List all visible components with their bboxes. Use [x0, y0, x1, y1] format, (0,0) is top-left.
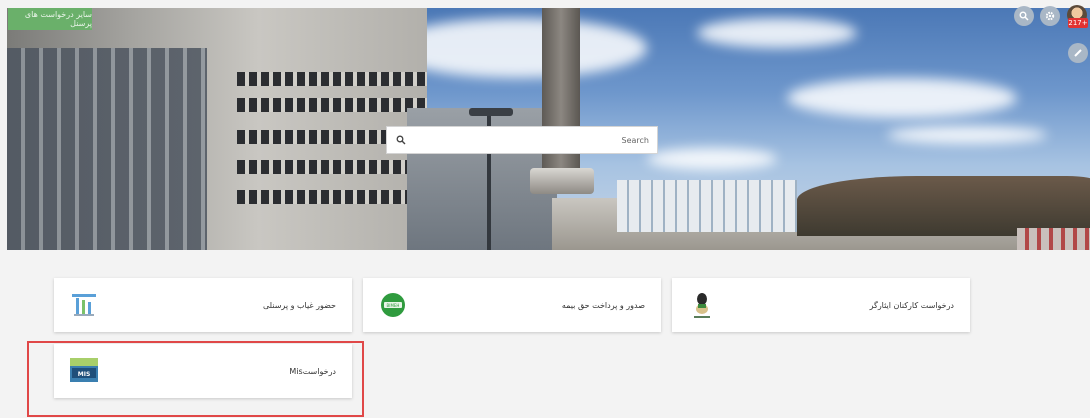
other-requests-tag[interactable]: سایر درخواست های پرسنل: [8, 8, 92, 30]
notification-badge[interactable]: 217+: [1068, 18, 1088, 28]
card-label: درخواست کارکنان ایثارگر: [869, 300, 954, 310]
magnifier-icon: [1019, 11, 1029, 21]
search-icon[interactable]: [396, 135, 406, 145]
gear-icon: [1045, 11, 1055, 21]
card-attendance[interactable]: حضور غیاب و پرسنلی: [54, 278, 352, 332]
page: سایر درخواست های پرسنل 217+: [0, 0, 1090, 418]
search-button[interactable]: [1014, 6, 1034, 26]
insurance-icon: BIMEH: [381, 293, 405, 317]
search-input[interactable]: [413, 127, 649, 153]
attendance-icon: [72, 294, 96, 316]
card-veterans[interactable]: درخواست کارکنان ایثارگر: [672, 278, 970, 332]
edit-button[interactable]: [1068, 43, 1088, 63]
card-insurance[interactable]: BIMEH صدور و پرداخت حق بیمه: [363, 278, 661, 332]
pencil-icon: [1074, 49, 1082, 57]
selection-highlight: [27, 341, 364, 417]
card-label: صدور و پرداخت حق بیمه: [561, 300, 645, 310]
card-label: حضور غیاب و پرسنلی: [262, 300, 336, 310]
search-box: [386, 126, 658, 154]
svg-text:BIMEH: BIMEH: [387, 303, 400, 308]
settings-button[interactable]: [1040, 6, 1060, 26]
veterans-icon: [694, 293, 710, 318]
